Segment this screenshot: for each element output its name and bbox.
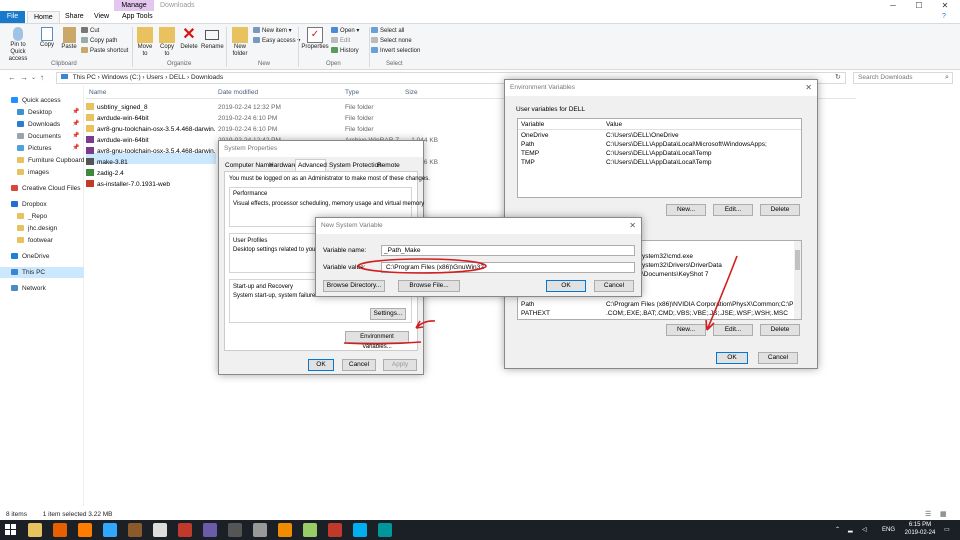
windows-start-button[interactable] (5, 524, 16, 535)
red-annotation-layer (343, 255, 738, 345)
winrar-icon[interactable] (178, 523, 192, 537)
app-icon[interactable] (203, 523, 217, 537)
volume-icon[interactable]: ◁ (862, 526, 867, 534)
vlc-icon[interactable] (278, 523, 292, 537)
pen-tool-icon[interactable] (253, 523, 267, 537)
illustrator-icon[interactable] (78, 523, 92, 537)
arduino-icon[interactable] (378, 523, 392, 537)
windows-logo-icon (5, 524, 16, 535)
value-highlight-circle (357, 258, 487, 274)
taskbar (0, 520, 960, 540)
photoshop-icon[interactable] (103, 523, 117, 537)
tray-chevron-icon[interactable]: ⌃ (835, 526, 840, 534)
chrome-icon[interactable] (153, 523, 167, 537)
skype-icon[interactable] (353, 523, 367, 537)
env-vars-arrow (415, 320, 436, 329)
clock[interactable]: 6:15 PM 2019-02-24 (903, 521, 937, 537)
network-icon[interactable]: ▂ (848, 526, 853, 534)
firefox-icon[interactable] (53, 523, 67, 537)
new-button-arrow (705, 255, 738, 331)
language-indicator[interactable]: ENG (882, 526, 895, 534)
file-explorer-icon[interactable] (28, 523, 42, 537)
bridge-icon[interactable] (128, 523, 142, 537)
adobe-acrobat-icon[interactable] (328, 523, 342, 537)
env-vars-underline (343, 341, 422, 345)
clock-time: 6:15 PM (908, 522, 932, 528)
flowers-app-icon[interactable] (303, 523, 317, 537)
clock-date: 2019-02-24 (904, 530, 936, 536)
dropbox-app-icon[interactable] (228, 523, 242, 537)
notification-icon[interactable]: ▭ (944, 526, 950, 534)
